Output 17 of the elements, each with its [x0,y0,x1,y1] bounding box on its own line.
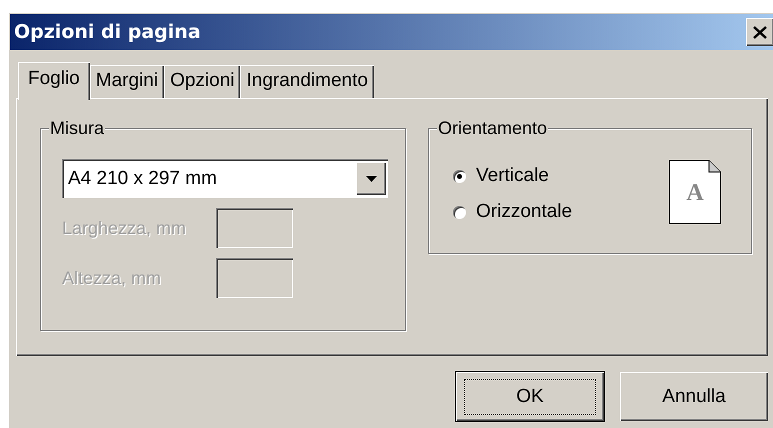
dropdown-button[interactable] [356,162,386,195]
page-portrait-icon: A [669,160,721,224]
tab[interactable]: Ingrandimento [240,65,374,98]
window-title: Opzioni di pagina [14,21,201,43]
paper-size-dropdown[interactable]: A4 210 x 297 mm [62,159,388,198]
close-icon [753,26,767,38]
tab[interactable]: Opzioni [164,65,240,98]
radio-button[interactable] [453,170,466,182]
radio-option[interactable]: Orizzontale [453,201,669,223]
radio-button[interactable] [453,206,466,218]
close-button[interactable] [746,18,773,46]
radio-option[interactable]: Verticale [453,165,669,187]
tab[interactable]: Margini [90,65,164,98]
dialog-button[interactable]: Annulla [620,372,768,421]
caret-icon [366,176,376,182]
tab[interactable]: Foglio [18,62,90,100]
dialog-button[interactable]: OK [456,372,604,421]
